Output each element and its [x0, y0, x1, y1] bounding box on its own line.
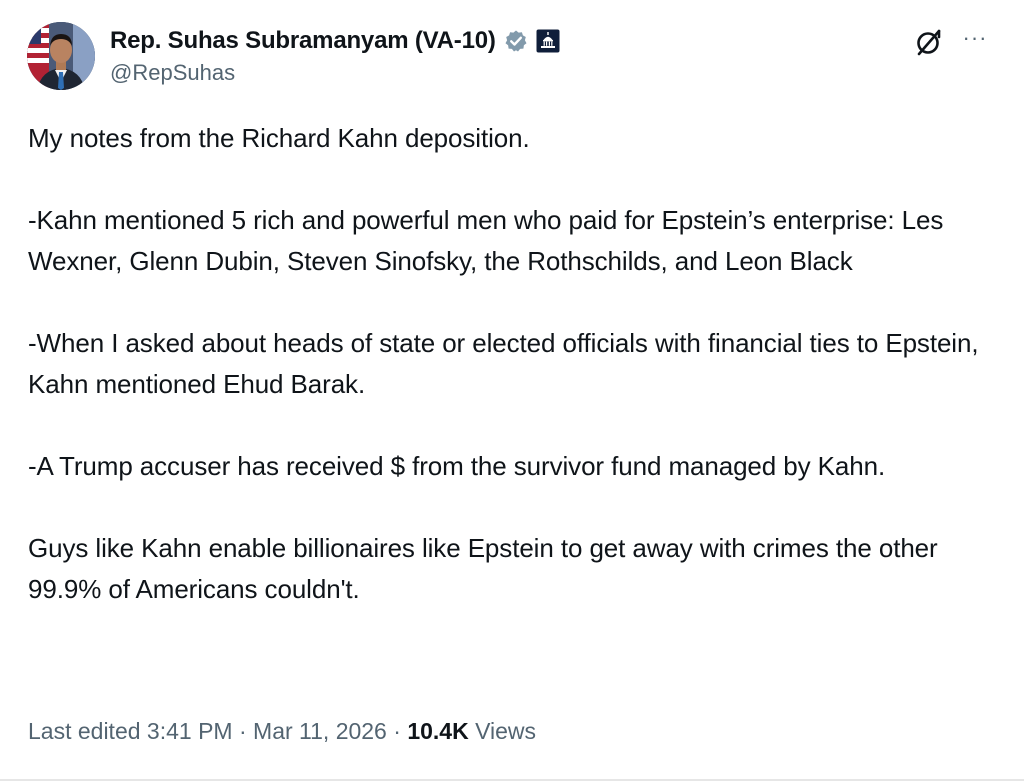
- author-name-row: Rep. Suhas Subramanyam (VA-10): [110, 24, 560, 58]
- author-display-name[interactable]: Rep. Suhas Subramanyam (VA-10): [110, 27, 496, 55]
- grok-icon[interactable]: [912, 25, 946, 59]
- more-options-icon[interactable]: ···: [960, 27, 990, 52]
- tweet-card: Rep. Suhas Subramanyam (VA-10) @RepSuhas: [0, 0, 1024, 781]
- capitol-building-icon[interactable]: [536, 29, 560, 53]
- tweet-meta: Last edited 3:41 PM · Mar 11, 2026 · 10.…: [28, 718, 536, 745]
- meta-separator: ·: [232, 718, 254, 744]
- tweet-date[interactable]: Mar 11, 2026: [253, 718, 387, 744]
- author-handle[interactable]: @RepSuhas: [110, 60, 235, 86]
- tweet-paragraph: -A Trump accuser has received $ from the…: [28, 451, 886, 481]
- tweet-paragraph: -Kahn mentioned 5 rich and powerful men …: [28, 205, 944, 276]
- author-avatar[interactable]: [27, 22, 95, 90]
- tweet-paragraph: Guys like Kahn enable billionaires like …: [28, 533, 938, 604]
- avatar-photo: [27, 22, 95, 90]
- meta-separator: ·: [386, 718, 408, 744]
- tweet-text: My notes from the Richard Kahn depositio…: [28, 118, 1003, 610]
- views-count: 10.4K: [407, 718, 469, 744]
- tweet-paragraph: My notes from the Richard Kahn depositio…: [28, 123, 530, 153]
- last-edited-link[interactable]: Last edited 3:41 PM: [28, 718, 233, 744]
- views-label: Views: [475, 718, 537, 744]
- tweet-paragraph: -When I asked about heads of state or el…: [28, 328, 979, 399]
- verified-badge-icon[interactable]: [504, 29, 528, 53]
